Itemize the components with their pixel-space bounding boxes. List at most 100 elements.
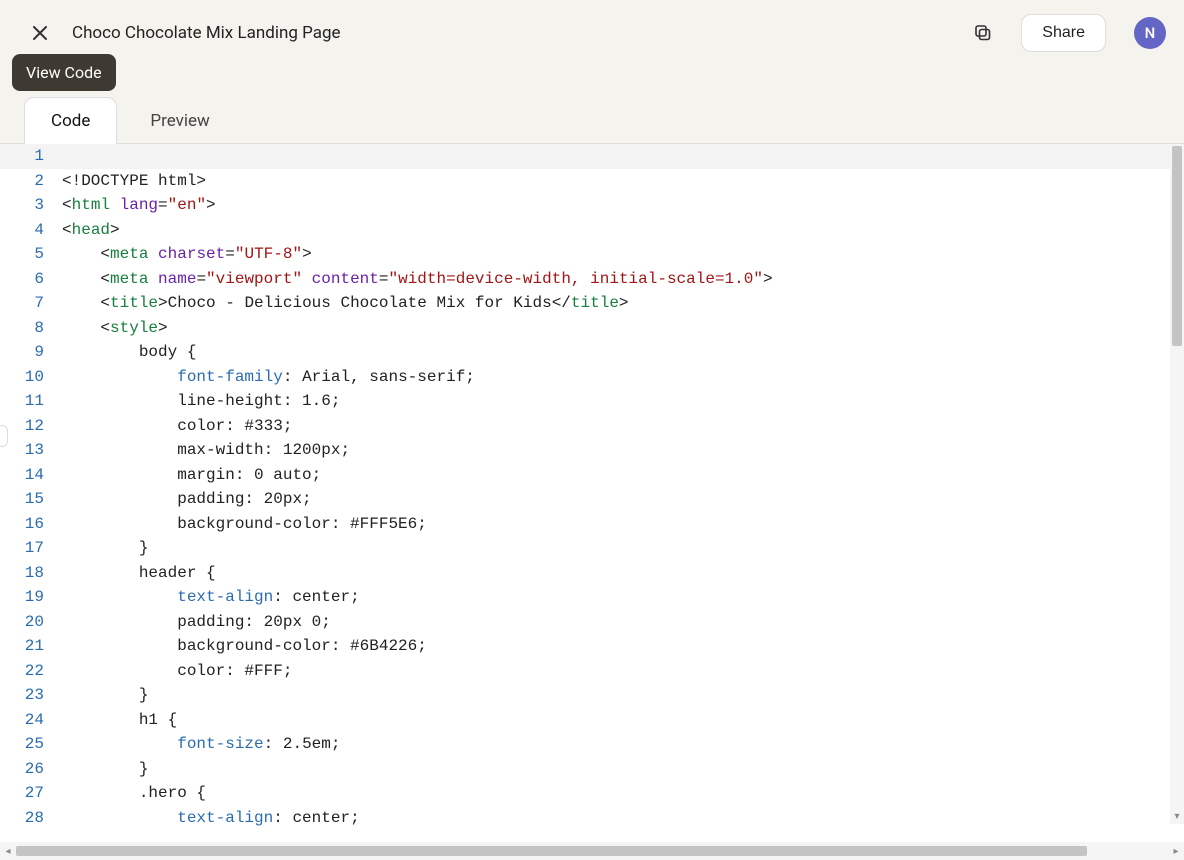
code-content[interactable]: text-align: center; [62, 585, 360, 610]
code-line[interactable]: 16 background-color: #FFF5E6; [0, 512, 1184, 537]
avatar[interactable]: N [1134, 17, 1166, 49]
line-number: 4 [0, 218, 62, 243]
code-line[interactable]: 20 padding: 20px 0; [0, 610, 1184, 635]
line-number: 28 [0, 806, 62, 831]
code-content[interactable]: <style> [62, 316, 168, 341]
code-content[interactable]: <!DOCTYPE html> [62, 169, 206, 194]
line-number: 27 [0, 781, 62, 806]
line-number: 9 [0, 340, 62, 365]
line-number: 6 [0, 267, 62, 292]
line-number: 25 [0, 732, 62, 757]
code-content[interactable]: padding: 20px 0; [62, 610, 331, 635]
line-number: 19 [0, 585, 62, 610]
code-content[interactable]: background-color: #FFF5E6; [62, 512, 427, 537]
code-line[interactable]: 25 font-size: 2.5em; [0, 732, 1184, 757]
code-line[interactable]: 2<!DOCTYPE html> [0, 169, 1184, 194]
code-line[interactable]: 6 <meta name="viewport" content="width=d… [0, 267, 1184, 292]
scroll-down-icon[interactable]: ▾ [1170, 811, 1184, 822]
scroll-left-icon[interactable]: ◂ [0, 846, 16, 857]
code-content[interactable]: <head> [62, 218, 120, 243]
line-number: 15 [0, 487, 62, 512]
code-content[interactable]: background-color: #6B4226; [62, 634, 427, 659]
code-content[interactable]: h1 { [62, 708, 177, 733]
code-content[interactable]: max-width: 1200px; [62, 438, 350, 463]
line-number: 21 [0, 634, 62, 659]
code-content[interactable]: color: #FFF; [62, 659, 292, 684]
code-line[interactable]: 13 max-width: 1200px; [0, 438, 1184, 463]
code-content[interactable]: body { [62, 340, 196, 365]
code-content[interactable]: header { [62, 561, 216, 586]
code-content[interactable]: line-height: 1.6; [62, 389, 340, 414]
horizontal-scrollbar-track[interactable] [16, 845, 1168, 857]
line-number: 3 [0, 193, 62, 218]
code-content[interactable]: font-size: 2.5em; [62, 732, 340, 757]
line-number: 7 [0, 291, 62, 316]
line-number: 12 [0, 414, 62, 439]
tab-code[interactable]: Code [24, 97, 117, 144]
code-line[interactable]: 7 <title>Choco - Delicious Chocolate Mix… [0, 291, 1184, 316]
code-line[interactable]: 8 <style> [0, 316, 1184, 341]
horizontal-scrollbar-thumb[interactable] [16, 846, 1087, 856]
line-number: 5 [0, 242, 62, 267]
code-line[interactable]: 21 background-color: #6B4226; [0, 634, 1184, 659]
code-content[interactable]: <meta name="viewport" content="width=dev… [62, 267, 773, 292]
line-number: 8 [0, 316, 62, 341]
vertical-scrollbar[interactable]: ▾ [1170, 144, 1184, 824]
line-number: 23 [0, 683, 62, 708]
code-content[interactable]: margin: 0 auto; [62, 463, 321, 488]
top-bar: Choco Chocolate Mix Landing Page Share N [0, 0, 1184, 60]
code-line[interactable]: 15 padding: 20px; [0, 487, 1184, 512]
code-content[interactable]: .hero { [62, 781, 206, 806]
line-number: 1 [0, 144, 62, 169]
code-line[interactable]: 27 .hero { [0, 781, 1184, 806]
code-content[interactable]: } [62, 757, 148, 782]
code-line[interactable]: 14 margin: 0 auto; [0, 463, 1184, 488]
line-number: 16 [0, 512, 62, 537]
code-line[interactable]: 18 header { [0, 561, 1184, 586]
code-editor[interactable]: 12<!DOCTYPE html>3<html lang="en">4<head… [0, 144, 1184, 842]
code-line[interactable]: 28 text-align: center; [0, 806, 1184, 831]
code-line[interactable]: 24 h1 { [0, 708, 1184, 733]
view-code-tooltip: View Code [12, 54, 116, 91]
code-line[interactable]: 11 line-height: 1.6; [0, 389, 1184, 414]
code-content[interactable]: <meta charset="UTF-8"> [62, 242, 312, 267]
tabs-row: Code Preview [0, 96, 1184, 144]
code-line[interactable]: 5 <meta charset="UTF-8"> [0, 242, 1184, 267]
code-line[interactable]: 4<head> [0, 218, 1184, 243]
line-number: 10 [0, 365, 62, 390]
line-number: 17 [0, 536, 62, 561]
scroll-right-icon[interactable]: ▸ [1168, 846, 1184, 857]
side-handle[interactable] [0, 425, 8, 447]
code-line[interactable]: 19 text-align: center; [0, 585, 1184, 610]
code-line[interactable]: 10 font-family: Arial, sans-serif; [0, 365, 1184, 390]
line-number: 14 [0, 463, 62, 488]
code-content[interactable]: color: #333; [62, 414, 292, 439]
line-number: 24 [0, 708, 62, 733]
editor-area: 12<!DOCTYPE html>3<html lang="en">4<head… [0, 144, 1184, 842]
close-icon[interactable] [32, 25, 48, 41]
code-line[interactable]: 26 } [0, 757, 1184, 782]
code-content[interactable]: padding: 20px; [62, 487, 312, 512]
line-number: 20 [0, 610, 62, 635]
code-content[interactable]: <html lang="en"> [62, 193, 216, 218]
code-line[interactable]: 17 } [0, 536, 1184, 561]
vertical-scrollbar-thumb[interactable] [1172, 146, 1182, 346]
line-number: 18 [0, 561, 62, 586]
tab-preview[interactable]: Preview [123, 97, 236, 144]
code-line[interactable]: 12 color: #333; [0, 414, 1184, 439]
code-line[interactable]: 3<html lang="en"> [0, 193, 1184, 218]
document-title: Choco Chocolate Mix Landing Page [72, 23, 957, 43]
code-content[interactable]: font-family: Arial, sans-serif; [62, 365, 475, 390]
line-number: 2 [0, 169, 62, 194]
code-content[interactable]: } [62, 683, 148, 708]
share-button[interactable]: Share [1021, 14, 1106, 52]
code-line[interactable]: 22 color: #FFF; [0, 659, 1184, 684]
code-line[interactable]: 9 body { [0, 340, 1184, 365]
horizontal-scrollbar[interactable]: ◂ ▸ [0, 842, 1184, 860]
code-content[interactable]: text-align: center; [62, 806, 360, 831]
code-content[interactable]: } [62, 536, 148, 561]
code-content[interactable]: <title>Choco - Delicious Chocolate Mix f… [62, 291, 629, 316]
code-line[interactable]: 1 [0, 144, 1184, 169]
copy-icon[interactable] [973, 23, 993, 43]
code-line[interactable]: 23 } [0, 683, 1184, 708]
